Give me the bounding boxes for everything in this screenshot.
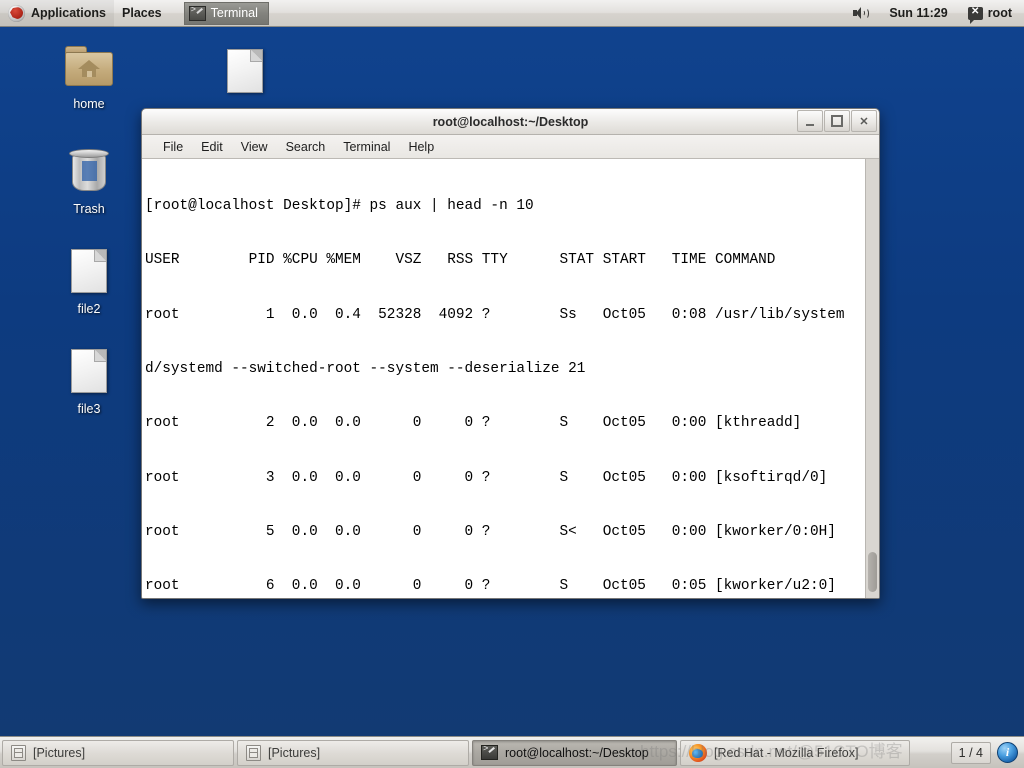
volume-indicator[interactable]: [849, 0, 873, 27]
fedora-logo-icon: [8, 4, 25, 22]
panel-window-terminal[interactable]: Terminal: [183, 1, 269, 25]
taskbar-item-label: [Pictures]: [33, 745, 86, 760]
menu-bar: File Edit View Search Terminal Help: [142, 135, 879, 159]
panel-status-area: Sun 11:29 root: [849, 0, 1024, 27]
desktop-icon-file2[interactable]: file2: [46, 247, 132, 317]
window-title-bar[interactable]: root@localhost:~/Desktop ✕: [142, 109, 879, 135]
terminal-content-area[interactable]: [root@localhost Desktop]# ps aux | head …: [142, 159, 879, 598]
terminal-line: root 5 0.0 0.0 0 0 ? S< Oct05 0:00 [kwor…: [145, 523, 836, 540]
terminal-scrollbar-thumb[interactable]: [868, 552, 877, 592]
terminal-scrollbar[interactable]: [865, 159, 879, 598]
taskbar-item-firefox[interactable]: [Red Hat - Mozilla Firefox]: [680, 739, 910, 766]
places-menu[interactable]: Places: [114, 0, 170, 27]
user-menu-label: root: [987, 6, 1012, 20]
terminal-line: root 6 0.0 0.0 0 0 ? S Oct05 0:05 [kwork…: [145, 578, 836, 595]
user-icon: [967, 4, 983, 24]
menu-terminal[interactable]: Terminal: [334, 137, 399, 157]
applications-menu[interactable]: Applications: [0, 0, 115, 27]
desktop-icon-label: home: [73, 97, 105, 111]
desktop-icon-file3[interactable]: file3: [46, 347, 132, 417]
clock-label: Sun 11:29: [889, 6, 948, 20]
terminal-icon: [481, 745, 498, 760]
terminal-line: [root@localhost Desktop]# ps aux | head …: [145, 198, 534, 215]
info-icon[interactable]: i: [997, 742, 1018, 763]
window-controls: ✕: [796, 110, 877, 132]
taskbar: [Pictures] [Pictures] root@localhost:~/D…: [0, 736, 1024, 768]
terminal-icon: [188, 5, 206, 21]
terminal-window: root@localhost:~/Desktop ✕ File Edit Vie…: [141, 108, 880, 599]
terminal-line: USER PID %CPU %MEM VSZ RSS TTY STAT STAR…: [145, 252, 776, 269]
desktop-icon-file-occluded[interactable]: [202, 47, 288, 102]
terminal-line: root 1 0.0 0.4 52328 4092 ? Ss Oct05 0:0…: [145, 306, 845, 323]
desktop-icon-label: Trash: [73, 202, 105, 216]
terminal-line: root 2 0.0 0.0 0 0 ? S Oct05 0:00 [kthre…: [145, 415, 802, 432]
file-icon: [202, 47, 288, 99]
desktop-icon-home[interactable]: home: [46, 42, 132, 112]
file-manager-icon: [11, 744, 26, 761]
menu-search[interactable]: Search: [277, 137, 335, 157]
desktop-icon-label: file3: [77, 402, 101, 416]
taskbar-item-label: [Red Hat - Mozilla Firefox]: [714, 745, 859, 760]
folder-icon: [46, 42, 132, 94]
menu-view[interactable]: View: [232, 137, 277, 157]
user-menu[interactable]: root: [964, 0, 1016, 27]
places-menu-label: Places: [122, 6, 162, 20]
taskbar-item-pictures-1[interactable]: [Pictures]: [2, 739, 234, 766]
taskbar-item-terminal[interactable]: root@localhost:~/Desktop: [472, 739, 677, 766]
firefox-icon: [689, 743, 707, 762]
minimize-button[interactable]: [797, 110, 823, 132]
terminal-line: d/systemd --switched-root --system --des…: [145, 361, 586, 378]
desktop-icon-trash[interactable]: Trash: [46, 147, 132, 217]
menu-help[interactable]: Help: [399, 137, 443, 157]
menu-edit[interactable]: Edit: [192, 137, 232, 157]
speaker-icon: [853, 6, 870, 20]
window-title: root@localhost:~/Desktop: [432, 114, 589, 129]
taskbar-right-area: 1 / 4 i: [950, 741, 1022, 764]
menu-file[interactable]: File: [154, 137, 192, 157]
file-icon: [46, 347, 132, 399]
taskbar-item-label: root@localhost:~/Desktop: [505, 745, 649, 760]
desktop-icon-label: file2: [77, 302, 101, 316]
file-manager-icon: [246, 744, 261, 761]
close-button[interactable]: ✕: [851, 110, 877, 132]
applications-menu-label: Applications: [31, 6, 107, 20]
panel-window-label: Terminal: [210, 6, 258, 20]
top-panel: Applications Places Terminal Sun 11:29 r…: [0, 0, 1024, 27]
workspace-switcher[interactable]: 1 / 4: [950, 741, 991, 764]
clock[interactable]: Sun 11:29: [885, 0, 951, 27]
maximize-button[interactable]: [824, 110, 850, 132]
terminal-output[interactable]: [root@localhost Desktop]# ps aux | head …: [142, 159, 865, 598]
file-icon: [46, 247, 132, 299]
taskbar-item-label: [Pictures]: [268, 745, 321, 760]
terminal-line: root 3 0.0 0.0 0 0 ? S Oct05 0:00 [ksoft…: [145, 469, 828, 486]
taskbar-item-pictures-2[interactable]: [Pictures]: [237, 739, 469, 766]
trash-icon: [46, 147, 132, 199]
